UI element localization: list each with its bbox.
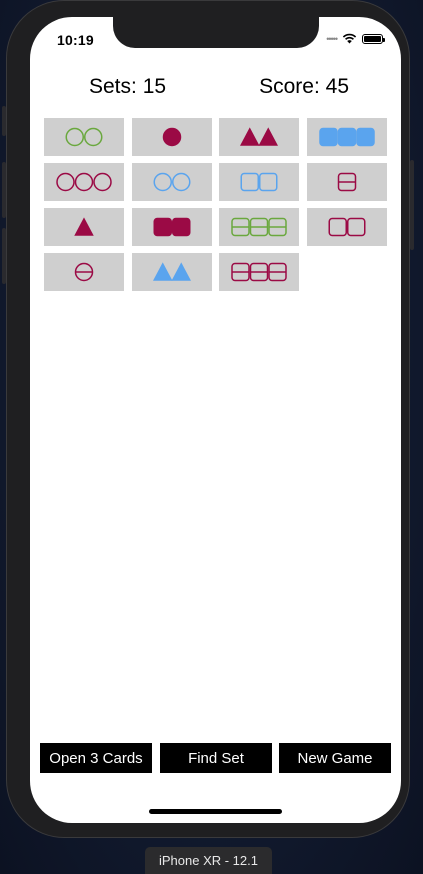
signal-icon: ••••• (326, 33, 338, 44)
home-indicator (149, 809, 282, 814)
app-screen: 10:19 ••••• Sets: 15 Score: 45 Open 3 Ca… (30, 17, 401, 823)
set-card[interactable] (44, 163, 124, 201)
triangle-icon (74, 217, 94, 236)
square-icon (153, 217, 191, 237)
sets-count-label: Sets: 15 (89, 75, 167, 98)
square-icon (231, 217, 287, 237)
score-label: Score: 45 (259, 75, 349, 98)
set-card[interactable] (44, 253, 124, 291)
battery-icon (362, 33, 385, 44)
wifi-icon (342, 33, 357, 44)
status-time: 10:19 (57, 32, 94, 48)
side-button-right (410, 160, 414, 250)
find-set-button[interactable]: Find Set (160, 743, 272, 773)
new-game-button[interactable]: New Game (279, 743, 391, 773)
square-icon (240, 172, 278, 192)
set-card[interactable] (132, 208, 212, 246)
circle-icon (56, 172, 112, 192)
set-card[interactable] (219, 253, 299, 291)
set-card[interactable] (132, 118, 212, 156)
set-card[interactable] (132, 253, 212, 291)
circle-icon (65, 127, 103, 147)
set-card[interactable] (132, 163, 212, 201)
square-icon (328, 217, 366, 237)
notch (113, 17, 319, 48)
phone-frame: 10:19 ••••• Sets: 15 Score: 45 Open 3 Ca… (6, 0, 410, 838)
simulator-device-label: iPhone XR - 12.1 (145, 847, 272, 874)
triangle-icon (153, 262, 191, 281)
square-icon (337, 172, 357, 192)
circle-icon (153, 172, 191, 192)
triangle-icon (240, 127, 278, 146)
set-card[interactable] (307, 118, 387, 156)
set-card[interactable] (219, 208, 299, 246)
set-card[interactable] (307, 163, 387, 201)
set-card[interactable] (44, 118, 124, 156)
action-bar: Open 3 Cards Find Set New Game (40, 743, 392, 773)
circle-icon (74, 262, 94, 282)
open-3-cards-button[interactable]: Open 3 Cards (40, 743, 152, 773)
square-icon (319, 127, 375, 147)
square-icon (231, 262, 287, 282)
set-card[interactable] (219, 118, 299, 156)
set-card[interactable] (44, 208, 124, 246)
circle-icon (162, 127, 182, 147)
set-card[interactable] (219, 163, 299, 201)
set-card[interactable] (307, 208, 387, 246)
status-indicators: ••••• (326, 33, 385, 44)
